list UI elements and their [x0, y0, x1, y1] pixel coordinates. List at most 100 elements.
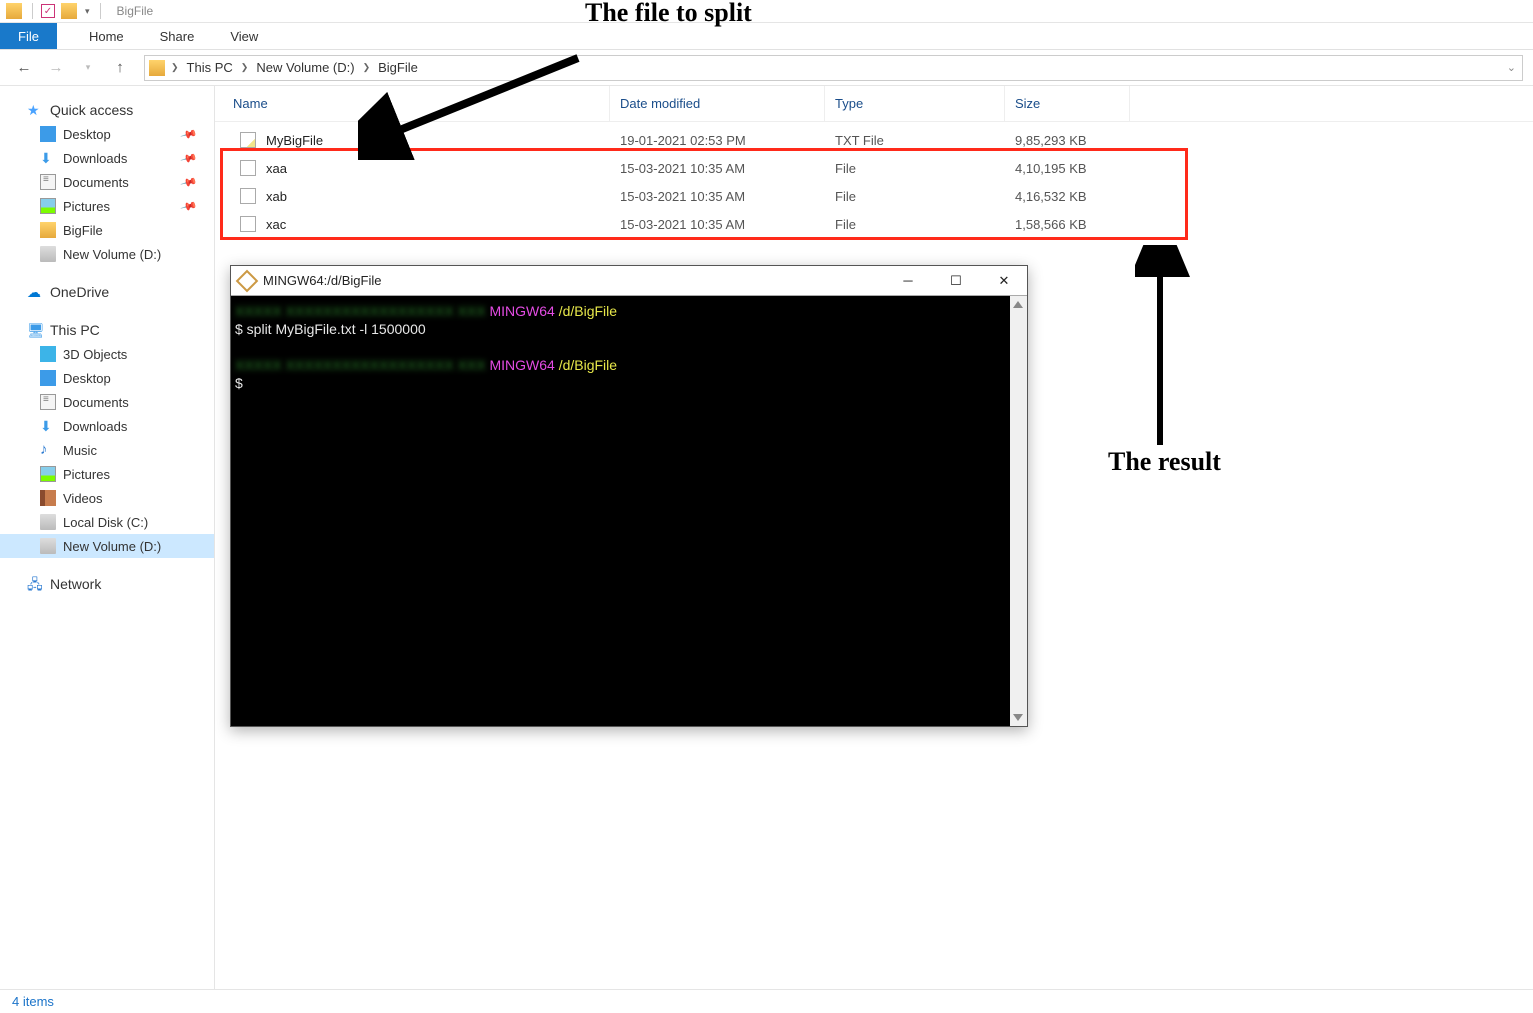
documents-icon [40, 394, 56, 410]
sidebar-item-local-disk-c[interactable]: Local Disk (C:) [0, 510, 214, 534]
tab-view[interactable]: View [212, 23, 276, 49]
drive-icon [40, 246, 56, 262]
file-name: MyBigFile [266, 133, 323, 148]
history-dropdown[interactable]: ▾ [74, 54, 102, 82]
column-name[interactable]: Name [215, 86, 610, 121]
pin-icon: 📌 [180, 173, 198, 191]
back-button[interactable]: ← [10, 54, 38, 82]
file-date: 15-03-2021 10:35 AM [610, 161, 825, 176]
terminal-title: MINGW64:/d/BigFile [263, 273, 381, 288]
sidebar-item-music[interactable]: ♪Music [0, 438, 214, 462]
file-size: 4,10,195 KB [1005, 161, 1130, 176]
tab-share[interactable]: Share [142, 23, 213, 49]
network-icon: 🖧 [27, 576, 43, 592]
download-icon: ⬇ [40, 418, 56, 434]
chevron-right-icon[interactable]: ❯ [361, 62, 373, 73]
sidebar-quick-access[interactable]: ★ Quick access [0, 98, 214, 122]
window-titlebar: ✓ ▾ BigFile [0, 0, 1533, 23]
pictures-icon [40, 198, 56, 214]
ribbon-tabs: File Home Share View [0, 23, 1533, 50]
file-name: xaa [266, 161, 287, 176]
sidebar-item-documents[interactable]: Documents [0, 390, 214, 414]
file-type: TXT File [825, 133, 1005, 148]
folder-icon [61, 3, 77, 19]
qat-dropdown-icon[interactable]: ▾ [85, 6, 90, 17]
file-list: MyBigFile19-01-2021 02:53 PMTXT File9,85… [215, 122, 1533, 242]
file-name: xab [266, 189, 287, 204]
pc-icon: 🖥 [27, 322, 43, 338]
folder-icon [6, 3, 22, 19]
maximize-button[interactable]: ☐ [941, 273, 971, 289]
sidebar-item-downloads[interactable]: ⬇Downloads [0, 414, 214, 438]
file-row[interactable]: xaa 15-03-2021 10:35 AMFile4,10,195 KB [215, 154, 1533, 182]
sidebar-item-downloads[interactable]: ⬇Downloads📌 [0, 146, 214, 170]
status-item-count: 4 items [12, 994, 54, 1009]
breadcrumb-this-pc[interactable]: This PC [183, 60, 237, 75]
folder-icon [149, 60, 165, 76]
tab-file[interactable]: File [0, 23, 57, 49]
sidebar-item-bigfile[interactable]: BigFile [0, 218, 214, 242]
file-date: 15-03-2021 10:35 AM [610, 189, 825, 204]
sidebar-item-videos[interactable]: Videos [0, 486, 214, 510]
column-type[interactable]: Type [825, 86, 1005, 121]
sidebar-item-3d-objects[interactable]: 3D Objects [0, 342, 214, 366]
3d-icon [40, 346, 56, 362]
file-date: 15-03-2021 10:35 AM [610, 217, 825, 232]
column-size[interactable]: Size [1005, 86, 1130, 121]
sidebar-onedrive[interactable]: ☁ OneDrive [0, 280, 214, 304]
file-date: 19-01-2021 02:53 PM [610, 133, 825, 148]
file-icon [240, 188, 256, 204]
documents-icon [40, 174, 56, 190]
terminal-scrollbar[interactable] [1010, 296, 1027, 726]
up-button[interactable]: ↑ [106, 54, 134, 82]
pin-icon: 📌 [180, 149, 198, 167]
tab-home[interactable]: Home [71, 23, 142, 49]
separator [100, 3, 101, 19]
sidebar-item-pictures[interactable]: Pictures [0, 462, 214, 486]
sidebar-item-volume-d[interactable]: New Volume (D:) [0, 534, 214, 558]
terminal-body[interactable]: XXXXX XXXXXXXXXXXXXXXXXX XXX MINGW64 /d/… [231, 296, 1027, 726]
videos-icon [40, 490, 56, 506]
status-bar: 4 items [0, 989, 1533, 1013]
desktop-icon [40, 126, 56, 142]
sidebar-label: Quick access [50, 102, 133, 118]
separator [32, 3, 33, 19]
chevron-right-icon[interactable]: ❯ [169, 62, 181, 73]
window-title: BigFile [117, 4, 154, 18]
mingw-icon [236, 269, 259, 292]
address-dropdown-icon[interactable]: ⌄ [1505, 61, 1518, 74]
file-row[interactable]: xac15-03-2021 10:35 AMFile1,58,566 KB [215, 210, 1533, 238]
file-type: File [825, 189, 1005, 204]
column-date[interactable]: Date modified [610, 86, 825, 121]
breadcrumb-folder[interactable]: BigFile [374, 60, 422, 75]
navigation-pane: ★ Quick access Desktop📌 ⬇Downloads📌 Docu… [0, 86, 215, 989]
file-row[interactable]: MyBigFile19-01-2021 02:53 PMTXT File9,85… [215, 126, 1533, 154]
column-headers: Name Date modified Type Size [215, 86, 1533, 122]
close-button[interactable]: ✕ [989, 273, 1019, 289]
file-type: File [825, 161, 1005, 176]
terminal-titlebar[interactable]: MINGW64:/d/BigFile ─ ☐ ✕ [231, 266, 1027, 296]
file-row[interactable]: xab15-03-2021 10:35 AMFile4,16,532 KB [215, 182, 1533, 210]
minimize-button[interactable]: ─ [893, 273, 923, 289]
terminal-window: MINGW64:/d/BigFile ─ ☐ ✕ XXXXX XXXXXXXXX… [230, 265, 1028, 727]
sidebar-item-documents[interactable]: Documents📌 [0, 170, 214, 194]
sidebar-network[interactable]: 🖧 Network [0, 572, 214, 596]
folder-icon [40, 222, 56, 238]
breadcrumb-volume[interactable]: New Volume (D:) [252, 60, 358, 75]
sidebar-item-desktop[interactable]: Desktop [0, 366, 214, 390]
file-icon [240, 160, 256, 176]
sidebar-item-pictures[interactable]: Pictures📌 [0, 194, 214, 218]
music-icon: ♪ [40, 442, 56, 458]
navigation-bar: ← → ▾ ↑ ❯ This PC ❯ New Volume (D:) ❯ Bi… [0, 50, 1533, 86]
forward-button[interactable]: → [42, 54, 70, 82]
star-icon: ★ [27, 102, 43, 118]
sidebar-item-volume-d[interactable]: New Volume (D:) [0, 242, 214, 266]
file-name: xac [266, 217, 286, 232]
download-icon: ⬇ [40, 150, 56, 166]
sidebar-this-pc[interactable]: 🖥 This PC [0, 318, 214, 342]
qat-checkbox-icon[interactable]: ✓ [41, 4, 55, 18]
drive-icon [40, 514, 56, 530]
chevron-right-icon[interactable]: ❯ [239, 62, 251, 73]
sidebar-item-desktop[interactable]: Desktop📌 [0, 122, 214, 146]
address-bar[interactable]: ❯ This PC ❯ New Volume (D:) ❯ BigFile ⌄ [144, 55, 1523, 81]
